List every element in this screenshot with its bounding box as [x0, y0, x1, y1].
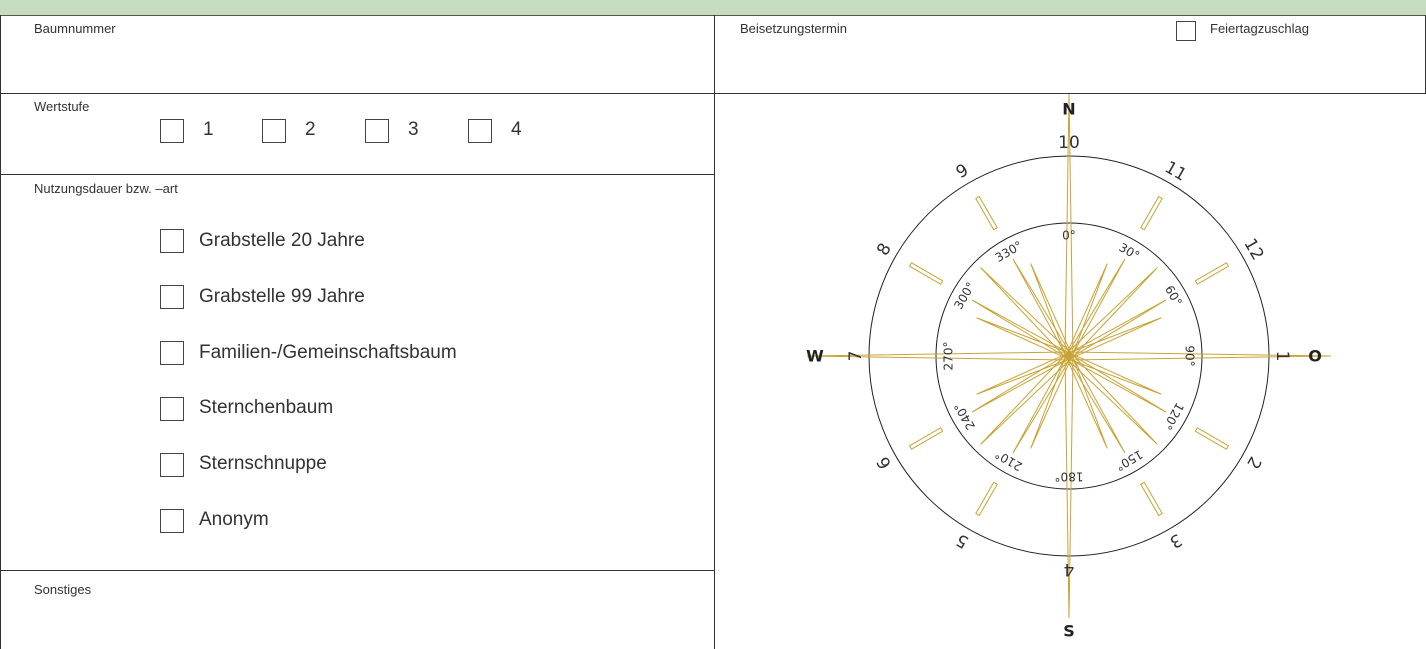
nutzung-option-grabstelle-20: Grabstelle 20 Jahre — [199, 230, 365, 251]
outer-number: 10 — [1058, 133, 1080, 153]
outer-number: 6 — [873, 453, 896, 472]
hour-dash — [1140, 481, 1163, 516]
degree-label: 90° — [1183, 345, 1197, 366]
nutzung-checkbox-sternschnuppe[interactable] — [160, 453, 184, 477]
cardinal-east: O — [1308, 347, 1322, 366]
header-bar — [0, 0, 1426, 16]
outer-number: 9 — [953, 160, 972, 183]
wertstufe-option-2: 2 — [305, 119, 316, 140]
divider-horizontal — [0, 174, 714, 175]
hour-dash — [909, 262, 944, 285]
outer-number: 12 — [1239, 235, 1267, 264]
wertstufe-label: Wertstufe — [34, 99, 90, 114]
nutzung-option-familienbaum: Familien-/Gemeinschaftsbaum — [199, 342, 457, 363]
wertstufe-option-1: 1 — [203, 119, 214, 140]
degree-label: 180° — [1055, 470, 1084, 484]
wertstufe-checkbox-4[interactable] — [468, 119, 492, 143]
hour-dash — [1194, 262, 1229, 285]
sonstiges-label: Sonstiges — [34, 582, 92, 597]
hour-dash — [975, 196, 998, 231]
hour-dash — [1194, 427, 1229, 450]
outer-number: 11 — [1161, 157, 1190, 185]
hour-dash — [975, 481, 998, 516]
degree-label: 300° — [951, 280, 978, 312]
compass-rose: 1011121234567890°30°60°90°120°150°180°21… — [806, 93, 1332, 641]
degree-label: 60° — [1162, 283, 1185, 308]
degree-label: 120° — [1160, 400, 1187, 432]
nutzung-checkbox-grabstelle-99[interactable] — [160, 285, 184, 309]
outer-number: 3 — [1166, 529, 1185, 552]
wertstufe-checkbox-3[interactable] — [365, 119, 389, 143]
nutzung-option-sternchenbaum: Sternchenbaum — [199, 397, 334, 418]
divider-vertical — [0, 15, 1, 649]
wertstufe-checkbox-1[interactable] — [160, 119, 184, 143]
feiertagzuschlag-label: Feiertagzuschlag — [1210, 21, 1309, 36]
wertstufe-option-4: 4 — [511, 119, 522, 140]
outer-number: 1 — [1272, 351, 1292, 362]
outer-number: 5 — [953, 529, 972, 552]
nutzung-checkbox-anonym[interactable] — [160, 509, 184, 533]
nutzung-option-grabstelle-99: Grabstelle 99 Jahre — [199, 286, 365, 307]
degree-label: 210° — [993, 447, 1025, 474]
nutzung-option-sternschnuppe: Sternschnuppe — [199, 453, 327, 474]
cardinal-west: W — [806, 347, 824, 366]
beisetzungstermin-label: Beisetzungstermin — [740, 21, 847, 36]
outer-number: 4 — [1064, 559, 1075, 579]
wertstufe-checkbox-2[interactable] — [262, 119, 286, 143]
nutzungsdauer-label: Nutzungsdauer bzw. –art — [34, 181, 178, 196]
degree-label: 30° — [1117, 240, 1142, 263]
degree-label: 330° — [993, 238, 1025, 265]
degree-label: 0° — [1062, 229, 1076, 243]
nutzung-checkbox-familienbaum[interactable] — [160, 341, 184, 365]
cardinal-south: S — [1063, 622, 1075, 641]
degree-label: 240° — [951, 400, 978, 432]
degree-label: 270° — [942, 342, 956, 371]
degree-label: 150° — [1113, 447, 1145, 474]
nutzung-checkbox-grabstelle-20[interactable] — [160, 229, 184, 253]
feiertagzuschlag-checkbox[interactable] — [1176, 21, 1196, 41]
cardinal-north: N — [1062, 100, 1075, 119]
outer-number: 7 — [846, 351, 866, 362]
wertstufe-option-3: 3 — [408, 119, 419, 140]
nutzung-checkbox-sternchenbaum[interactable] — [160, 397, 184, 421]
divider-horizontal — [0, 570, 714, 571]
hour-dash — [909, 427, 944, 450]
outer-number: 2 — [1242, 453, 1265, 472]
outer-number: 8 — [873, 240, 896, 259]
nutzung-option-anonym: Anonym — [199, 509, 269, 530]
baumnummer-label: Baumnummer — [34, 21, 116, 36]
hour-dash — [1140, 196, 1163, 231]
